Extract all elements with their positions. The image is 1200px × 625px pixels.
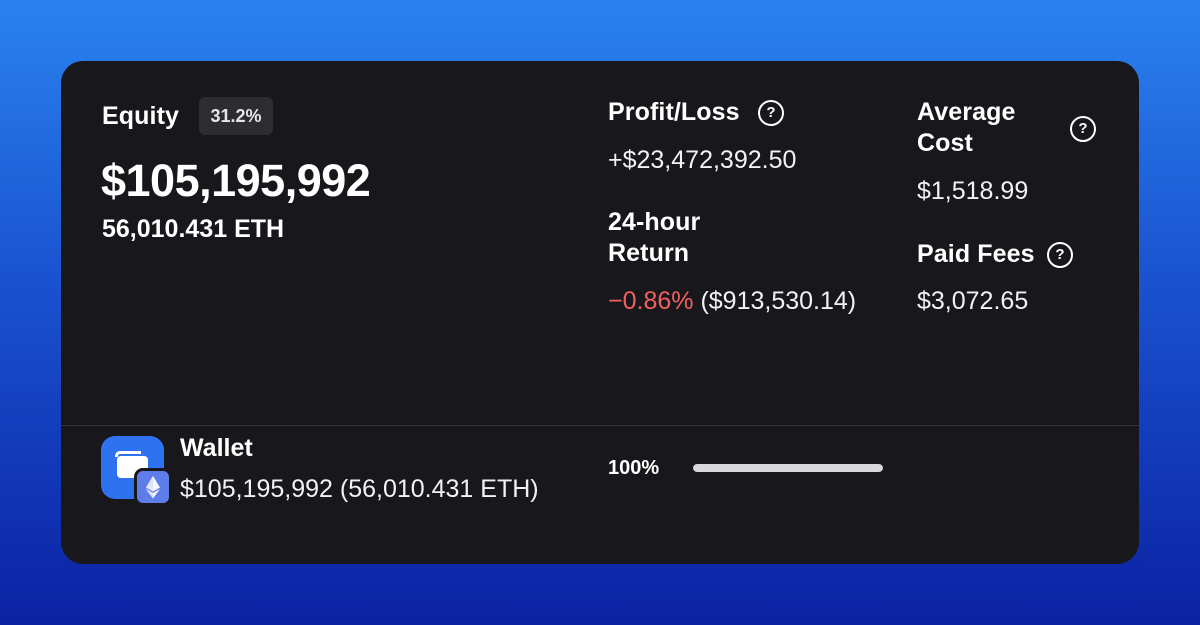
wallet-allocation-fill (693, 464, 883, 472)
average-cost-title-line1: Average (917, 98, 1016, 126)
equity-label: Equity (102, 102, 179, 130)
paid-fees-help-icon[interactable]: ? (1047, 242, 1073, 268)
portfolio-card: Equity 31.2% $105,195,992 56,010.431 ETH… (61, 61, 1139, 564)
ethereum-icon (134, 468, 172, 506)
equity-percent-badge: 31.2% (199, 97, 273, 135)
profit-loss-help-icon[interactable]: ? (758, 100, 784, 126)
return-24h-title-line2: Return (608, 239, 690, 267)
profit-loss-value: +$23,472,392.50 (608, 146, 797, 174)
profit-loss-title: Profit/Loss (608, 98, 740, 126)
equity-value: $105,195,992 (101, 155, 371, 206)
wallet-allocation-bar (693, 464, 883, 472)
return-24h-value: −0.86% ($913,530.14) (608, 286, 856, 316)
average-cost-title-line2: Cost (917, 129, 973, 157)
return-24h-amount: ($913,530.14) (700, 287, 857, 315)
paid-fees-value: $3,072.65 (917, 287, 1029, 315)
wallet-allocation-percent: 100% (608, 457, 660, 479)
average-cost-help-icon[interactable]: ? (1070, 116, 1096, 142)
paid-fees-title: Paid Fees (917, 240, 1035, 268)
return-24h-title-line1: 24-hour (608, 208, 701, 236)
section-divider (61, 425, 1139, 426)
return-24h-percent: −0.86% (608, 287, 694, 315)
average-cost-value: $1,518.99 (917, 177, 1029, 205)
wallet-balance: $105,195,992 (56,010.431 ETH) (180, 475, 539, 503)
wallet-name: Wallet (180, 434, 253, 462)
equity-eth-amount: 56,010.431 ETH (102, 215, 285, 243)
